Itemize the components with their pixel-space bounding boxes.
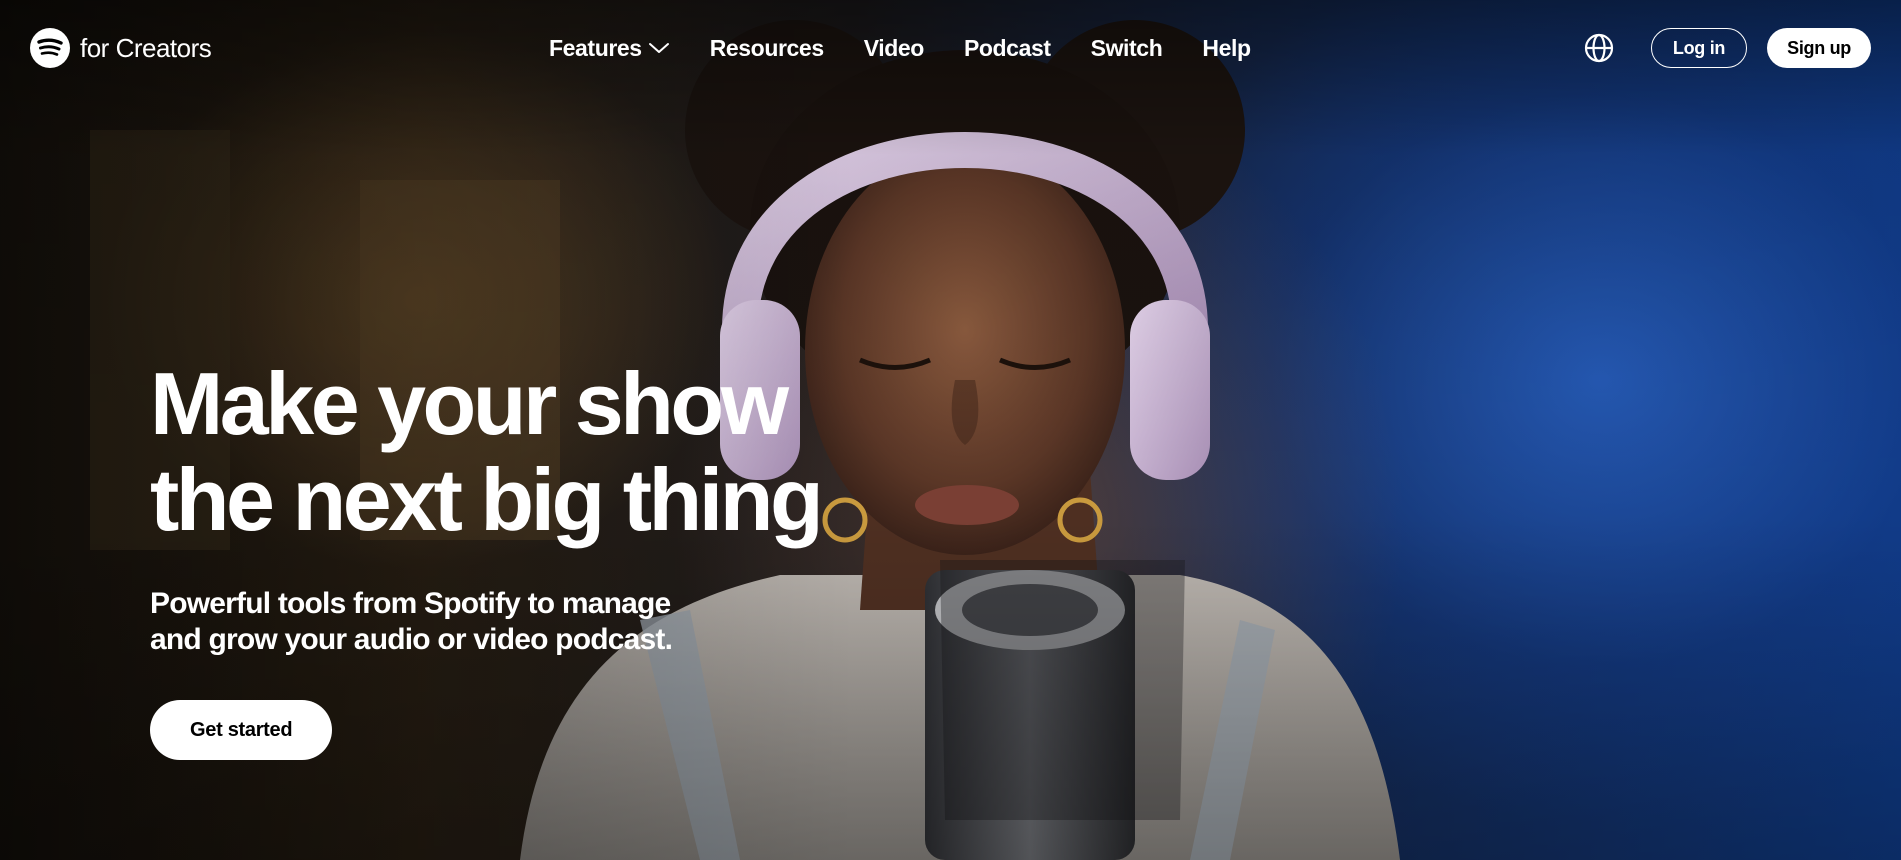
- nav-item-label: Podcast: [963, 34, 1051, 61]
- nav-item-label: Video: [863, 34, 925, 61]
- nav-item-help[interactable]: Help: [1202, 34, 1251, 62]
- brand-name: for Creators: [80, 32, 212, 63]
- nav-item-switch[interactable]: Switch: [1091, 35, 1163, 62]
- login-button[interactable]: Log in: [1650, 28, 1748, 68]
- nav-links: Features Resources Video Podcast Switch …: [549, 0, 1251, 96]
- nav-item-video[interactable]: Video: [863, 34, 925, 62]
- hero-headline-line: Make your show: [150, 354, 789, 453]
- nav-item-label: Features: [549, 34, 642, 61]
- hero-subheading: Powerful tools from Spotify to manage an…: [150, 586, 750, 658]
- get-started-button[interactable]: Get started: [150, 700, 333, 760]
- nav-item-label: Switch: [1090, 34, 1163, 61]
- chevron-down-icon: [648, 43, 669, 53]
- spotify-logo-icon: [30, 28, 70, 68]
- brand[interactable]: for Creators: [30, 28, 212, 68]
- nav-item-podcast[interactable]: Podcast: [964, 35, 1051, 62]
- signup-button[interactable]: Sign up: [1767, 28, 1871, 68]
- nav-actions: Log in Sign up: [1583, 28, 1871, 68]
- hero-subheading-line: Powerful tools from Spotify to manage: [150, 587, 671, 620]
- hero-content: Make your show the next big thing Powerf…: [150, 356, 830, 760]
- hero-headline: Make your show the next big thing: [150, 356, 830, 548]
- nav-item-features[interactable]: Features: [549, 35, 670, 62]
- top-navigation: for Creators Features Resources Video Po…: [0, 0, 1901, 96]
- globe-icon[interactable]: [1583, 32, 1615, 64]
- nav-item-label: Help: [1202, 34, 1251, 61]
- hero-section: for Creators Features Resources Video Po…: [0, 0, 1901, 860]
- hero-subheading-line: and grow your audio or video podcast.: [150, 623, 673, 656]
- nav-item-resources[interactable]: Resources: [710, 35, 824, 62]
- nav-item-label: Resources: [709, 34, 824, 61]
- hero-headline-line: the next big thing: [150, 450, 824, 549]
